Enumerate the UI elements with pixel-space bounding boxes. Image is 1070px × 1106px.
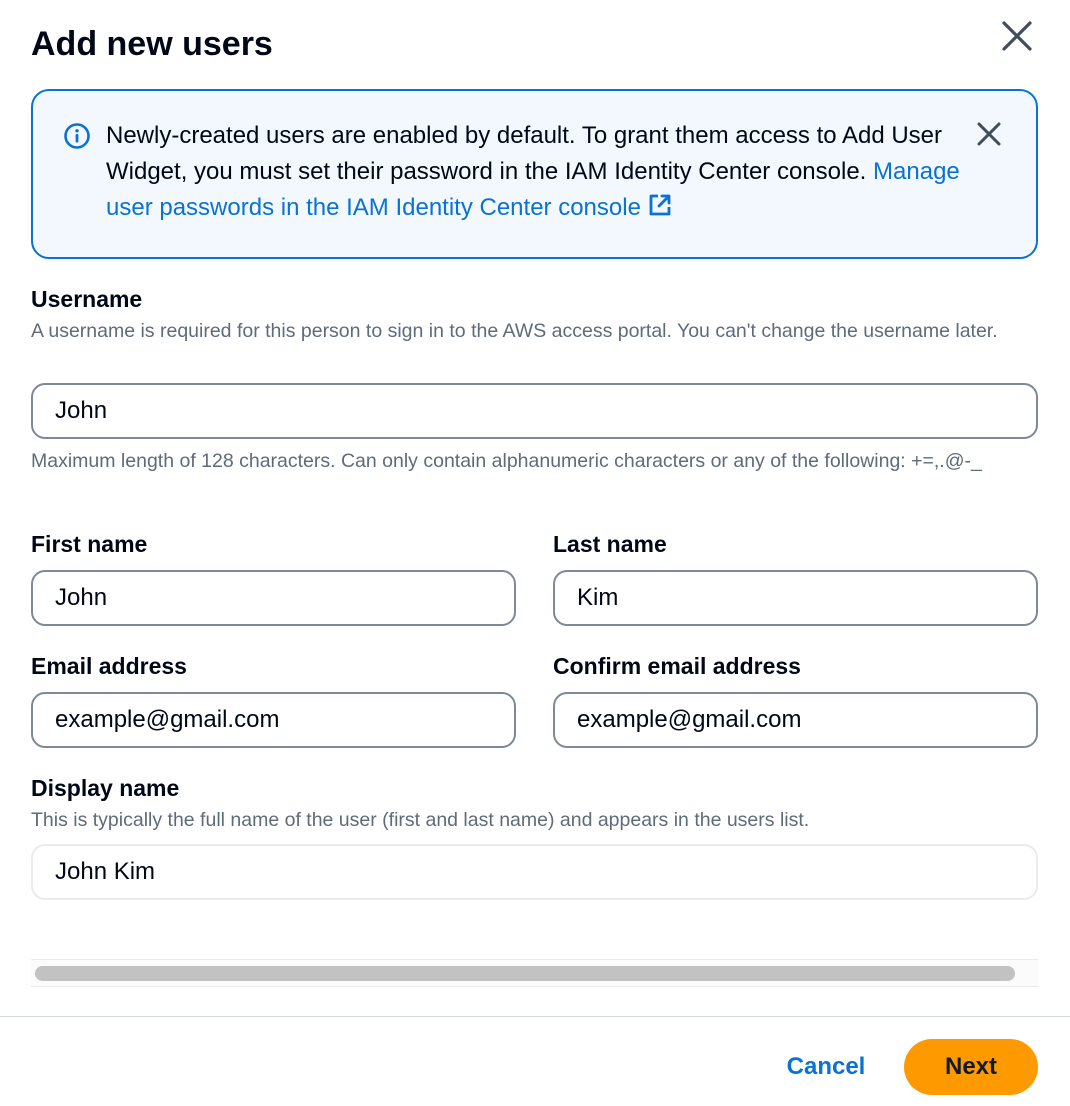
info-alert: Newly-created users are enabled by defau… xyxy=(31,89,1038,259)
username-label: Username xyxy=(31,286,143,312)
footer-divider xyxy=(0,1016,1070,1017)
display-name-label: Display name xyxy=(31,775,180,801)
modal-title: Add new users xyxy=(31,25,273,63)
alert-text: Newly-created users are enabled by defau… xyxy=(106,122,943,185)
next-button[interactable]: Next xyxy=(904,1039,1038,1095)
info-circle-icon xyxy=(64,123,90,149)
last-name-input[interactable] xyxy=(553,570,1038,626)
email-label: Email address xyxy=(31,653,187,679)
cancel-button[interactable]: Cancel xyxy=(770,1039,882,1095)
first-name-input[interactable] xyxy=(31,570,516,626)
email-input[interactable] xyxy=(31,692,516,748)
last-name-label: Last name xyxy=(553,531,667,557)
modal-close-button[interactable] xyxy=(997,16,1037,56)
username-input[interactable] xyxy=(31,383,1038,439)
close-icon xyxy=(977,122,1001,146)
username-constraint: Maximum length of 128 characters. Can on… xyxy=(31,450,982,472)
alert-message: Newly-created users are enabled by defau… xyxy=(106,118,961,226)
username-description: A username is required for this person t… xyxy=(31,320,998,342)
first-name-label: First name xyxy=(31,531,148,557)
display-name-description: This is typically the full name of the u… xyxy=(31,809,810,831)
external-link-icon xyxy=(649,194,671,216)
scrollbar-thumb[interactable] xyxy=(35,966,1015,981)
add-users-modal: Add new users Newly-created users are en… xyxy=(0,0,1070,1106)
horizontal-scrollbar[interactable] xyxy=(31,959,1038,987)
alert-dismiss-button[interactable] xyxy=(973,118,1005,150)
confirm-email-label: Confirm email address xyxy=(553,653,801,679)
close-icon xyxy=(1002,21,1032,51)
confirm-email-input[interactable] xyxy=(553,692,1038,748)
display-name-input[interactable] xyxy=(31,844,1038,900)
